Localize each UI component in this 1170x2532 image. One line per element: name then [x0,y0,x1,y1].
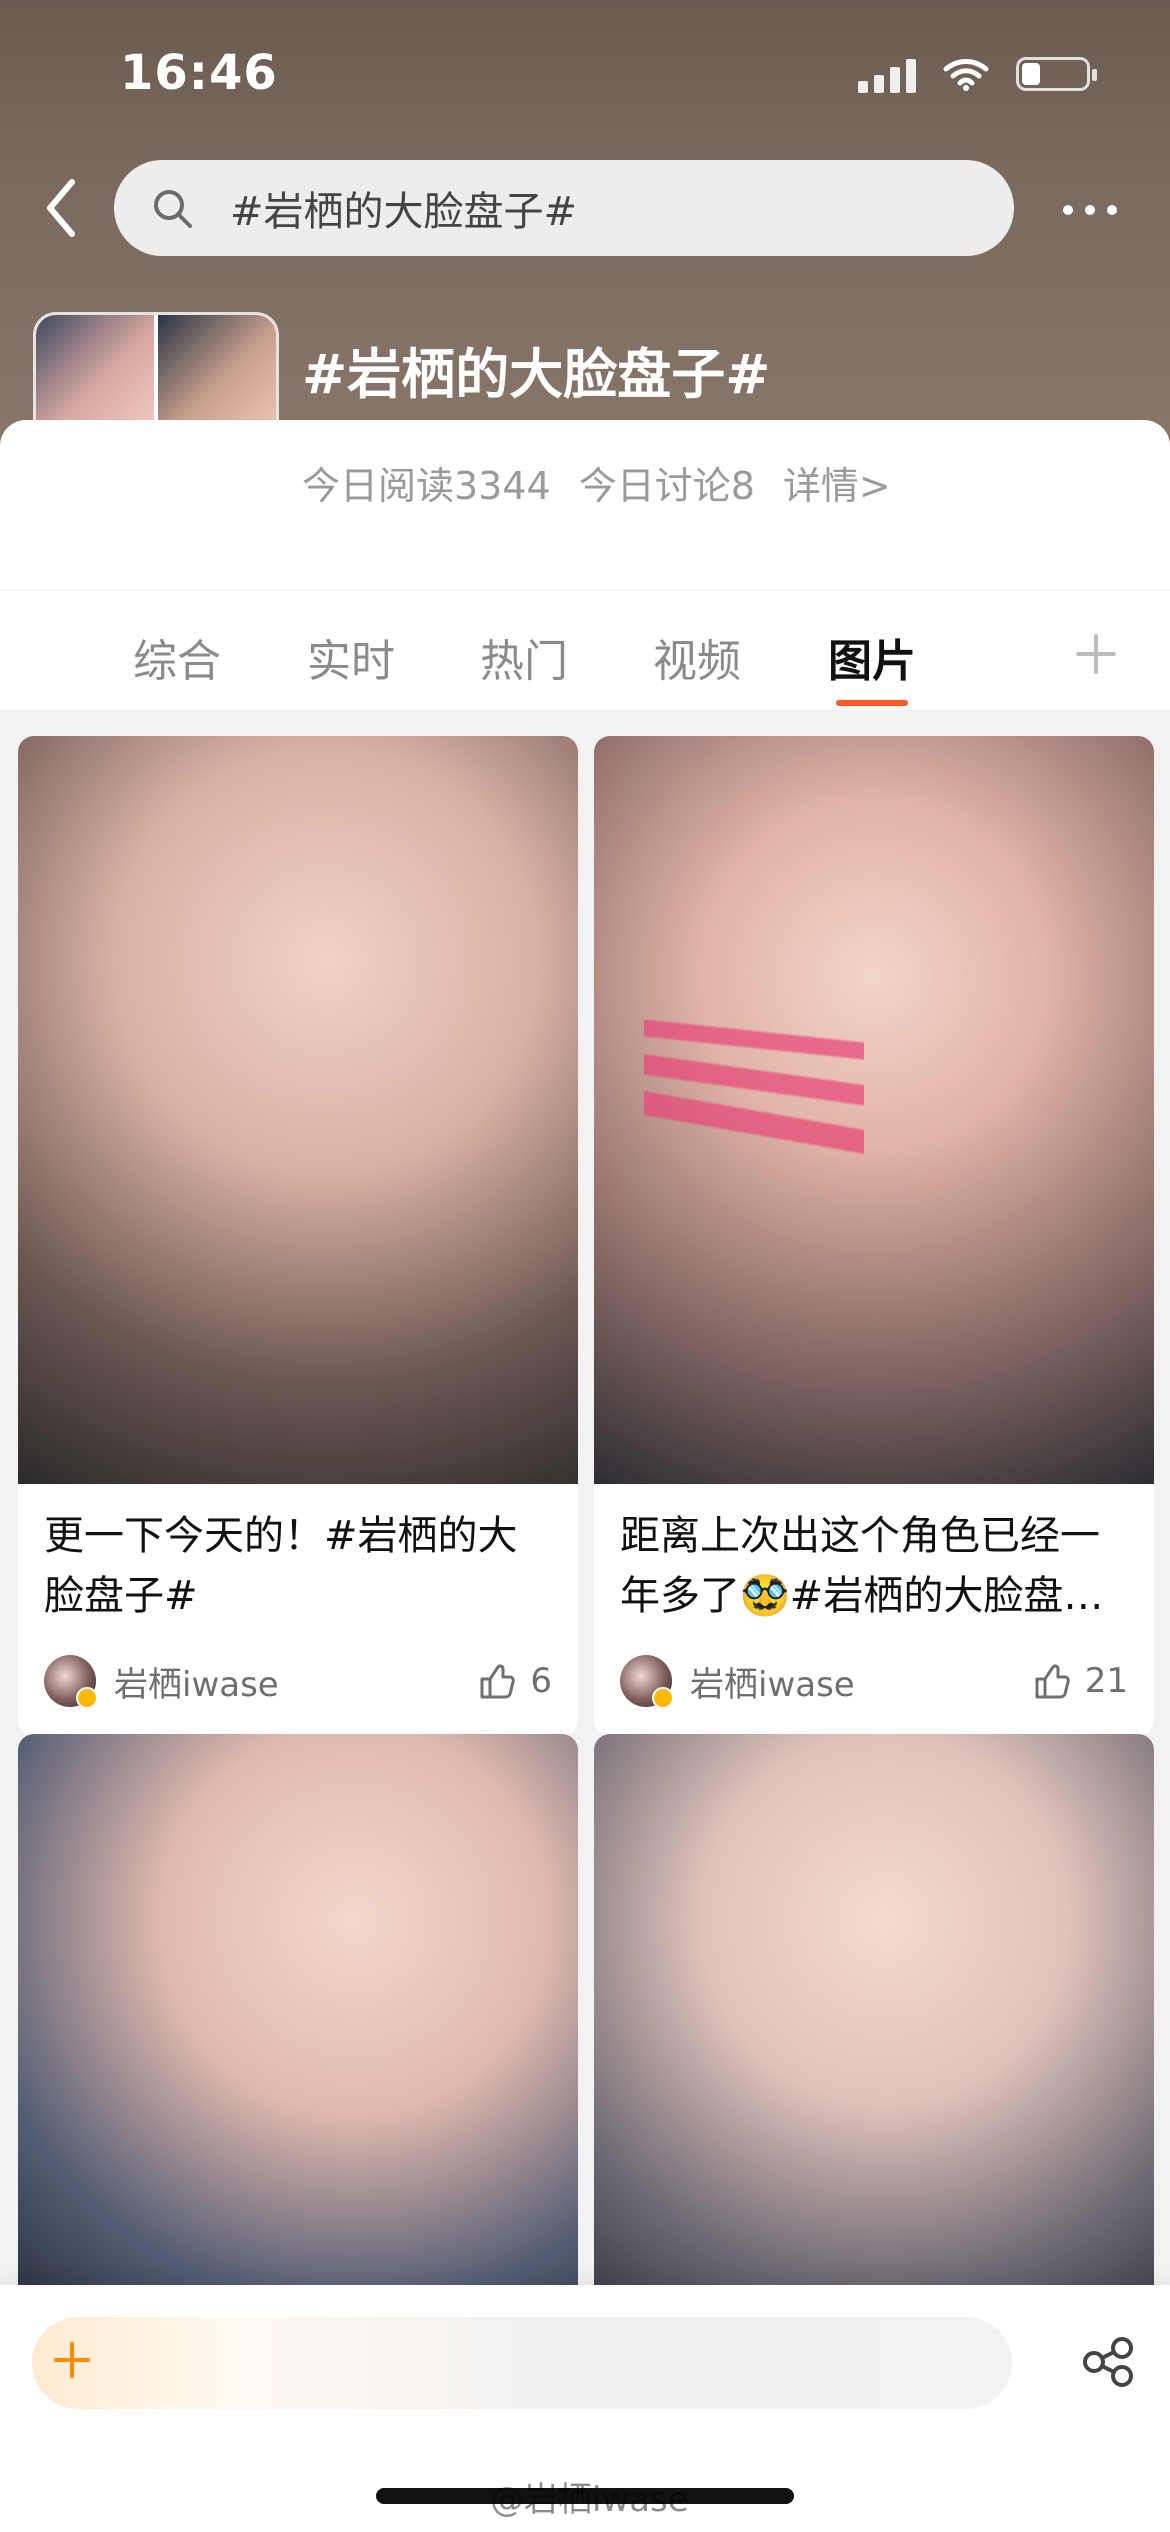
signal-icon [858,55,916,93]
chevron-left-icon [47,179,75,237]
discussions-today: 今日讨论8 [578,464,755,508]
tab-video[interactable]: 视频 [653,625,741,689]
tab-bar: 综合 实时 热门 视频 图片 [0,590,1170,710]
like-count: 6 [530,1661,552,1701]
active-tab-indicator [836,700,908,706]
author-avatar [620,1655,674,1709]
more-dot [1107,205,1117,215]
wifi-icon [943,59,989,91]
plus-icon[interactable] [1070,628,1122,680]
post-card[interactable]: 更一下今天的！#岩栖的大脸盘子# 岩栖iwase 6 [18,736,578,1736]
post-card[interactable] [18,1734,578,2354]
share-icon[interactable] [1076,2330,1140,2394]
battery-icon [1016,57,1097,91]
author-name: 岩栖iwase [690,1664,855,1705]
search-query: #岩栖的大脸盘子# [230,189,578,235]
topic-details-link[interactable]: 详情> [783,455,891,510]
more-dot [1063,205,1073,215]
more-button[interactable] [1040,170,1140,250]
battery-level [1022,63,1040,85]
topic-cover-thumbnail [158,315,276,433]
post-card[interactable] [594,1734,1154,2354]
thumbs-up-icon [480,1664,516,1699]
post-author[interactable]: 岩栖iwase [44,1655,279,1709]
post-card[interactable]: 距离上次出这个角色已经一年多了🥸#岩栖的大脸盘… 岩栖iwase 21 [594,736,1154,1736]
tab-comprehensive[interactable]: 综合 [133,625,221,689]
topic-title: #岩栖的大脸盘子# [302,343,771,406]
post-footer: 岩栖iwase 21 [594,1626,1154,1736]
like-count: 21 [1084,1661,1128,1701]
author-name: 岩栖iwase [114,1664,279,1705]
topic-cover-thumbnail [36,315,154,433]
post-footer: 岩栖iwase 6 [18,1626,578,1736]
photo-face-paint [644,976,864,1236]
post-caption: 更一下今天的！#岩栖的大脸盘子# [44,1513,518,1619]
thumbs-up-icon [1035,1664,1070,1699]
like-button[interactable]: 6 [476,1661,552,1701]
post-photo[interactable] [594,736,1154,1484]
tab-images[interactable]: 图片 [828,625,916,689]
search-icon [142,178,202,238]
compose-input[interactable] [32,2317,1012,2409]
post-photo[interactable] [18,1734,578,2354]
image-feed: 更一下今天的！#岩栖的大脸盘子# 岩栖iwase 6 距离上次出这个角色已经一年… [0,720,1170,2354]
author-avatar [44,1655,98,1709]
back-button[interactable] [30,168,90,248]
like-button[interactable]: 21 [1031,1661,1128,1701]
watermark-text: @岩栖iwase [490,2480,689,2520]
post-caption: 距离上次出这个角色已经一年多了🥸#岩栖的大脸盘… [620,1513,1104,1619]
search-bar[interactable]: #岩栖的大脸盘子# [114,160,1014,256]
post-author[interactable]: 岩栖iwase [620,1655,855,1709]
post-photo[interactable] [18,736,578,1484]
status-time: 16:46 [120,45,278,101]
topic-stats: 今日阅读3344 今日讨论8 详情> [302,455,891,510]
plus-icon[interactable] [48,2336,96,2384]
reads-today: 今日阅读3344 [302,464,551,508]
tab-realtime[interactable]: 实时 [307,625,395,689]
status-icons [858,55,1097,93]
more-dot [1085,205,1095,215]
tab-hot[interactable]: 热门 [480,625,568,689]
post-photo[interactable] [594,1734,1154,2354]
